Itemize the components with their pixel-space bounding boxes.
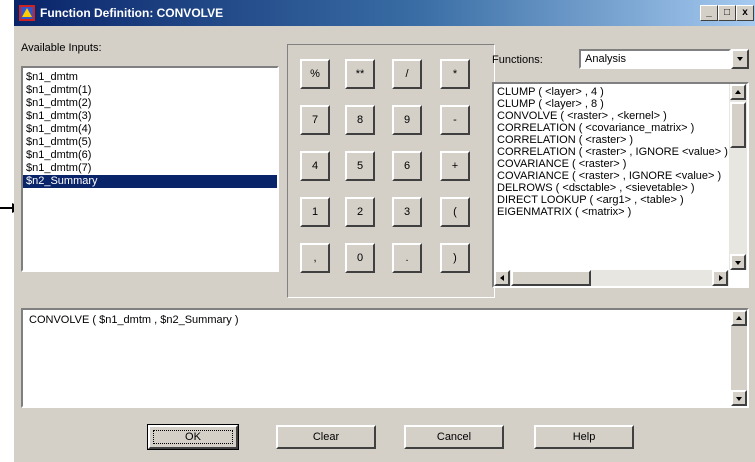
function-item[interactable]: CLUMP ( <layer> , 4 ) bbox=[494, 86, 729, 98]
help-button[interactable]: Help bbox=[534, 425, 634, 449]
maximize-button[interactable]: □ bbox=[718, 5, 736, 21]
input-item[interactable]: $n2_Summary bbox=[23, 175, 277, 188]
keypad-key[interactable]: . bbox=[392, 243, 422, 273]
window-title: Function Definition: CONVOLVE bbox=[40, 6, 224, 20]
keypad-key[interactable]: 9 bbox=[392, 105, 422, 135]
keypad-key[interactable]: ) bbox=[440, 243, 470, 273]
keypad-key[interactable]: 1 bbox=[300, 197, 330, 227]
input-item[interactable]: $n1_dmtm(6) bbox=[23, 149, 277, 162]
keypad-key[interactable]: 6 bbox=[392, 151, 422, 181]
dropdown-button[interactable] bbox=[731, 49, 749, 69]
operator-keypad: % ** / * 7 8 9- 4 5 6 +1 2 3 (, 0.) bbox=[287, 44, 495, 298]
keypad-key[interactable]: 3 bbox=[392, 197, 422, 227]
arrow-up-icon bbox=[735, 90, 741, 94]
expr-scroll-up-button[interactable] bbox=[731, 310, 747, 326]
input-item[interactable]: $n1_dmtm(1) bbox=[23, 84, 277, 97]
function-item[interactable]: CORRELATION ( <covariance_matrix> ) bbox=[494, 122, 729, 134]
function-definition-dialog: Function Definition: CONVOLVE _ □ x Avai… bbox=[14, 0, 755, 462]
function-item[interactable]: CORRELATION ( <raster> ) bbox=[494, 134, 729, 146]
arrow-up-icon bbox=[736, 316, 742, 320]
function-item[interactable]: COVARIANCE ( <raster> ) bbox=[494, 158, 729, 170]
keypad-key[interactable]: + bbox=[440, 151, 470, 181]
input-item[interactable]: $n1_dmtm(2) bbox=[23, 97, 277, 110]
expression-text[interactable]: CONVOLVE ( $n1_dmtm , $n2_Summary ) bbox=[29, 314, 238, 326]
keypad-key[interactable]: 4 bbox=[300, 151, 330, 181]
arrow-left-icon bbox=[500, 275, 504, 281]
keypad-key[interactable]: % bbox=[300, 59, 330, 89]
title-bar: Function Definition: CONVOLVE _ □ x bbox=[14, 0, 755, 26]
keypad-key[interactable]: ( bbox=[440, 197, 470, 227]
scroll-right-button[interactable] bbox=[712, 270, 728, 286]
available-inputs-list[interactable]: $n1_dmtm $n1_dmtm(1) $n1_dmtm(2) $n1_dmtm(3… bbox=[21, 66, 279, 272]
available-inputs-label: Available Inputs: bbox=[21, 42, 102, 54]
cancel-label: Cancel bbox=[436, 431, 472, 443]
minimize-button[interactable]: _ bbox=[700, 5, 718, 21]
close-button[interactable]: x bbox=[736, 5, 754, 21]
keypad-key[interactable]: / bbox=[392, 59, 422, 89]
input-item[interactable]: $n1_dmtm(4) bbox=[23, 123, 277, 136]
keypad-key[interactable]: 2 bbox=[345, 197, 375, 227]
keypad-key[interactable]: 8 bbox=[345, 105, 375, 135]
scroll-up-button[interactable] bbox=[730, 84, 746, 100]
keypad-key[interactable]: * bbox=[440, 59, 470, 89]
function-item[interactable]: COVARIANCE ( <raster> , IGNORE <value> ) bbox=[494, 170, 729, 182]
expr-scroll-down-button[interactable] bbox=[731, 390, 747, 406]
focus-ring bbox=[153, 430, 233, 444]
function-item[interactable]: CONVOLVE ( <raster> , <kernel> ) bbox=[494, 110, 729, 122]
function-item[interactable]: CLUMP ( <layer> , 8 ) bbox=[494, 98, 729, 110]
help-label: Help bbox=[572, 431, 596, 443]
functions-vertical-scrollbar[interactable] bbox=[729, 84, 747, 270]
input-item[interactable]: $n1_dmtm(7) bbox=[23, 162, 277, 175]
input-item[interactable]: $n1_dmtm bbox=[23, 71, 277, 84]
keypad-key[interactable]: - bbox=[440, 105, 470, 135]
functions-label: Functions: bbox=[492, 54, 543, 66]
functions-list[interactable]: CLUMP ( <layer> , 4 ) CLUMP ( <layer> , 8… bbox=[494, 86, 729, 262]
input-item[interactable]: $n1_dmtm(3) bbox=[23, 110, 277, 123]
function-category-value[interactable]: Analysis bbox=[579, 49, 731, 69]
scroll-left-button[interactable] bbox=[494, 270, 510, 286]
clear-label: Clear bbox=[312, 431, 340, 443]
functions-horizontal-scrollbar[interactable] bbox=[494, 270, 729, 286]
arrow-right-icon bbox=[719, 275, 723, 281]
keypad-key[interactable]: 7 bbox=[300, 105, 330, 135]
expression-editor[interactable]: CONVOLVE ( $n1_dmtm , $n2_Summary ) bbox=[21, 308, 749, 408]
function-item[interactable]: CORRELATION ( <raster> , IGNORE <value> … bbox=[494, 146, 729, 158]
cancel-button[interactable]: Cancel bbox=[404, 425, 504, 449]
horizontal-scroll-thumb[interactable] bbox=[511, 270, 591, 286]
input-item[interactable]: $n1_dmtm(5) bbox=[23, 136, 277, 149]
keypad-key[interactable]: , bbox=[300, 243, 330, 273]
function-item[interactable]: DIRECT LOOKUP ( <arg1> , <table> ) bbox=[494, 194, 729, 206]
app-icon bbox=[19, 5, 35, 21]
keypad-key[interactable]: 5 bbox=[345, 151, 375, 181]
chevron-down-icon bbox=[737, 57, 743, 61]
scroll-down-button[interactable] bbox=[730, 254, 746, 270]
clear-button[interactable]: Clear bbox=[276, 425, 376, 449]
function-item[interactable]: DELROWS ( <dsctable> , <sievetable> ) bbox=[494, 182, 729, 194]
arrow-down-icon bbox=[736, 397, 742, 401]
function-item[interactable]: EIGENMATRIX ( <matrix> ) bbox=[494, 206, 729, 218]
keypad-key[interactable]: ** bbox=[345, 59, 375, 89]
arrow-down-icon bbox=[735, 261, 741, 265]
expression-vertical-scrollbar[interactable] bbox=[731, 310, 747, 406]
functions-list-box: CLUMP ( <layer> , 4 ) CLUMP ( <layer> , 8… bbox=[492, 82, 749, 288]
vertical-scroll-thumb[interactable] bbox=[730, 102, 746, 148]
function-category-dropdown[interactable]: Analysis bbox=[579, 49, 749, 69]
ok-button[interactable]: OK bbox=[147, 424, 239, 450]
keypad-key[interactable]: 0 bbox=[345, 243, 375, 273]
